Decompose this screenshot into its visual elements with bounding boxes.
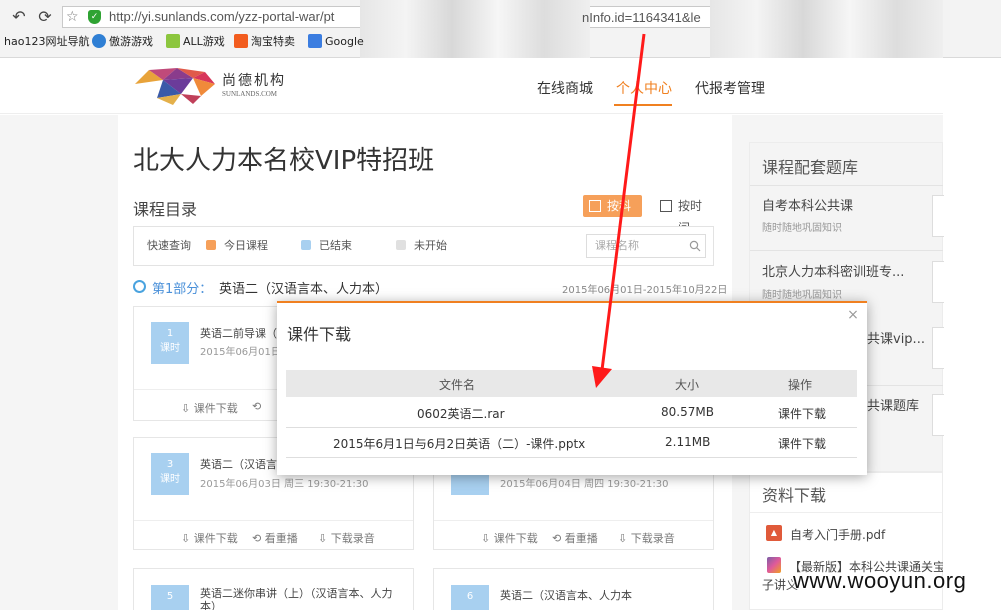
card-download-button[interactable]: ⇩ 课件下载 xyxy=(181,400,238,416)
downloads-title: 资料下载 xyxy=(762,486,827,505)
file-download-button[interactable]: 课件下载 xyxy=(778,435,826,452)
file-size: 2.11MB xyxy=(665,435,711,449)
bookmark-games[interactable]: 傲游游戏 xyxy=(92,33,153,51)
bookmark-hao123[interactable]: hao123网址导航 xyxy=(4,33,89,51)
page-title: 北大人力本名校VIP特招班 xyxy=(133,146,435,176)
card-download-button[interactable]: ⇩ 课件下载 xyxy=(181,530,238,546)
page-margin xyxy=(943,58,1001,610)
lesson-time: 2015年06月04日 周四 19:30-21:30 xyxy=(500,479,669,490)
search-icon[interactable] xyxy=(689,240,701,252)
part-circle-icon xyxy=(133,280,146,293)
card-replay-button[interactable]: ⟲ xyxy=(252,400,261,413)
lesson-badge: 1 课时 xyxy=(151,322,189,364)
dialog-title: 课件下载 xyxy=(287,325,352,344)
file-download-button[interactable]: 课件下载 xyxy=(778,405,826,422)
card-replay-button[interactable]: ⟲ 看重播 xyxy=(552,530,598,546)
lesson-title[interactable]: 英语二（汉语言 xyxy=(200,456,280,472)
legend-today[interactable]: 今日课程 xyxy=(206,237,268,253)
bull-logo-icon[interactable] xyxy=(133,66,217,106)
shield-icon: ✓ xyxy=(88,10,101,24)
part-name: 英语二（汉语言本、人力本） xyxy=(219,282,389,297)
list-icon xyxy=(589,200,601,212)
part-label: 第1部分： xyxy=(152,282,213,297)
taobao-icon xyxy=(234,34,248,48)
google-icon xyxy=(308,34,322,48)
card-divider xyxy=(434,520,713,521)
question-bank-title: 课程配套题库 xyxy=(762,158,859,177)
card-download-button[interactable]: ⇩ 课件下载 xyxy=(481,530,538,546)
today-dot-icon xyxy=(206,240,216,250)
table-header xyxy=(286,370,857,397)
question-bank-item-sub: 随时随地巩固知识 xyxy=(762,290,842,301)
watermark: www.wooyun.org xyxy=(793,568,967,593)
logo-text: 尚德机构 xyxy=(222,73,286,89)
panel-divider xyxy=(750,512,943,513)
question-bank-thumb[interactable] xyxy=(932,327,944,369)
lesson-title[interactable]: 英语二（汉语言本、人力本 xyxy=(500,587,650,603)
view-by-subject-button[interactable]: 按科目 xyxy=(583,195,642,235)
nav-active-underline xyxy=(614,104,672,106)
question-bank-thumb[interactable] xyxy=(932,261,944,303)
close-icon[interactable]: × xyxy=(846,308,860,322)
legend-ended[interactable]: 已结束 xyxy=(301,237,352,253)
not-started-dot-icon xyxy=(396,240,406,250)
lesson-badge: 5 xyxy=(151,585,189,610)
question-bank-item[interactable]: 共课vip... xyxy=(867,328,932,347)
bookmark-google[interactable]: Google xyxy=(308,33,364,51)
card-replay-button[interactable]: ⟲ 看重播 xyxy=(252,530,298,546)
url-text: http://yi.sunlands.com/yzz-portal-war/pt xyxy=(109,9,335,24)
table-row-divider xyxy=(286,457,857,458)
calendar-icon xyxy=(660,200,672,212)
question-bank-item[interactable]: 自考本科公共课 xyxy=(762,195,932,214)
logo-subtext: SUNLANDS.COM xyxy=(222,90,278,98)
card-record-button[interactable]: ⇩ 下载录音 xyxy=(618,530,675,546)
column-header-filename: 文件名 xyxy=(439,378,476,392)
part-date-range: 2015年06月01日-2015年10月22日 xyxy=(562,285,728,296)
question-bank-thumb[interactable] xyxy=(932,195,944,237)
section-title: 课程目录 xyxy=(133,200,198,219)
bookmark-all-games[interactable]: ALL游戏 xyxy=(166,33,225,51)
card-record-button[interactable]: ⇩ 下载录音 xyxy=(318,530,375,546)
nav-personal-center[interactable]: 个人中心 xyxy=(616,78,672,98)
nav-exam-management[interactable]: 代报考管理 xyxy=(695,78,765,98)
column-header-size: 大小 xyxy=(675,378,700,392)
refresh-icon[interactable]: ⟳ xyxy=(34,6,56,28)
card-divider xyxy=(134,520,413,521)
question-bank-item[interactable]: 共课题库 xyxy=(867,395,932,414)
bookmarks-bar: hao123网址导航 傲游游戏 ALL游戏 淘宝特卖 Google xyxy=(0,30,1001,54)
lesson-title[interactable]: 英语二迷你串讲（上）（汉语言本、人力本） xyxy=(200,587,400,610)
lesson-time: 2015年06月03日 周三 19:30-21:30 xyxy=(200,479,369,490)
download-link[interactable]: 自考入门手册.pdf xyxy=(790,526,885,543)
bookmark-taobao[interactable]: 淘宝特卖 xyxy=(234,33,295,51)
globe-icon xyxy=(92,34,106,48)
lesson-badge: 6 xyxy=(451,585,489,610)
archive-icon xyxy=(767,557,781,573)
panel-divider xyxy=(750,250,943,251)
url-tail: nInfo.id=1164341&le xyxy=(582,10,701,25)
game-icon xyxy=(166,34,180,48)
file-name: 2015年6月1日与6月2日英语（二）-课件.pptx xyxy=(333,437,586,451)
panel-divider xyxy=(750,185,943,186)
column-header-action: 操作 xyxy=(788,378,813,392)
file-size: 80.57MB xyxy=(661,405,714,419)
ended-dot-icon xyxy=(301,240,311,250)
table-row-divider xyxy=(286,427,857,428)
file-name: 0602英语二.rar xyxy=(417,407,505,421)
course-search-input[interactable]: 课程名称 xyxy=(586,234,706,258)
star-icon[interactable]: ☆ xyxy=(66,6,84,28)
lesson-badge: 3 课时 xyxy=(151,453,189,495)
lesson-time: 2015年06月01日 xyxy=(200,347,281,358)
question-bank-item-sub: 随时随地巩固知识 xyxy=(762,223,842,234)
back-icon[interactable]: ↶ xyxy=(8,6,30,28)
legend-not-started[interactable]: 未开始 xyxy=(396,237,447,253)
filter-label: 快速查询 xyxy=(147,239,191,252)
nav-mall[interactable]: 在线商城 xyxy=(537,78,593,98)
question-bank-thumb[interactable] xyxy=(932,394,944,436)
question-bank-item[interactable]: 北京人力本科密训班专... xyxy=(762,261,927,280)
view-by-time-button[interactable]: 按时间 xyxy=(654,195,714,235)
pdf-icon: ▲ xyxy=(766,525,782,541)
